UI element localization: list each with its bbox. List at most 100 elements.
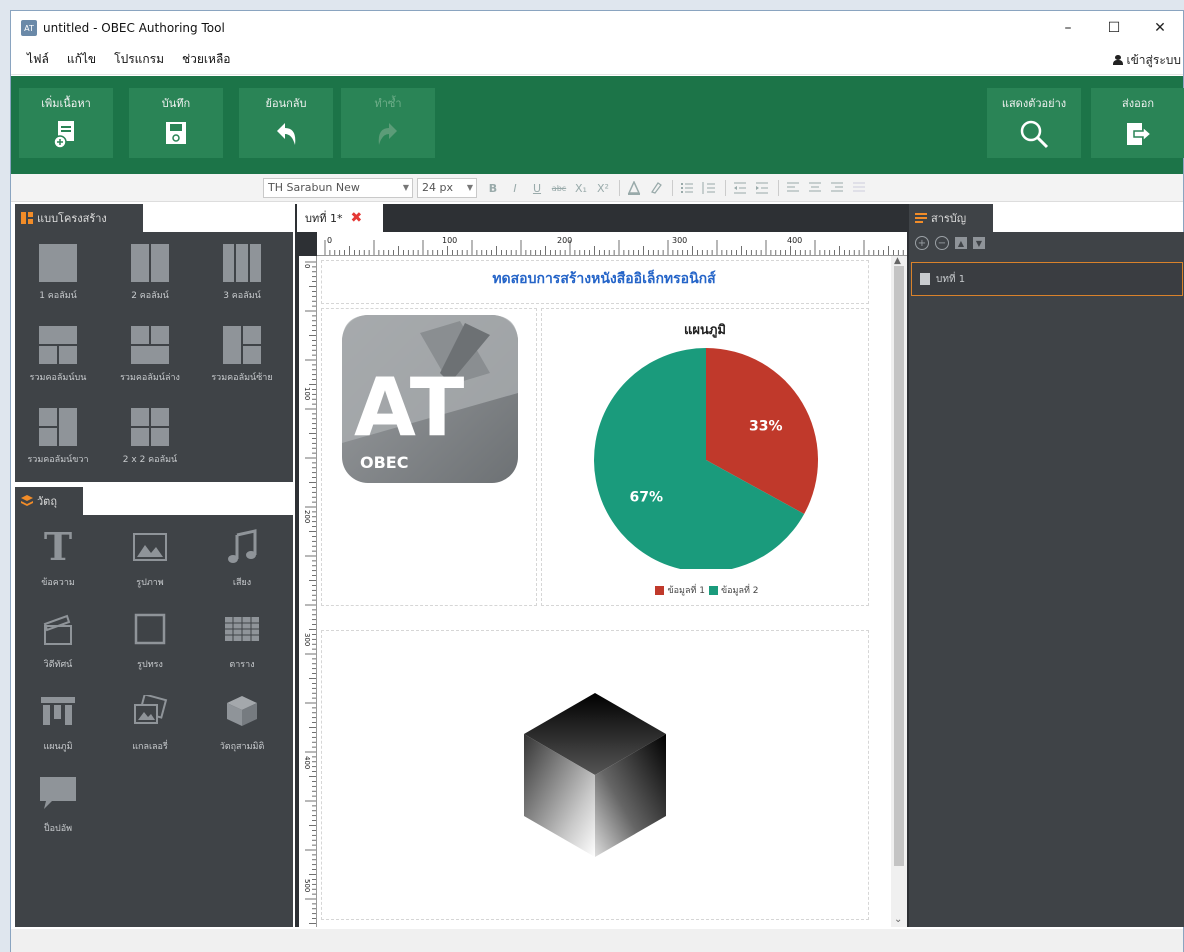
object-label: ข้อความ xyxy=(41,578,75,588)
remove-page-icon[interactable]: − xyxy=(935,236,949,250)
font-size-select[interactable]: 24 px ▼ xyxy=(417,178,477,198)
export-icon xyxy=(1122,118,1154,150)
undo-button[interactable]: ย้อนกลับ xyxy=(239,88,333,158)
object-chart[interactable]: แผนภูมิ xyxy=(15,685,101,763)
3d-cube-object[interactable] xyxy=(520,689,670,859)
layout-panel-tab[interactable]: แบบโครงสร้าง xyxy=(15,204,143,232)
layout-3-columns[interactable]: 3 คอลัมน์ xyxy=(199,232,285,310)
toc-tools: + − ▲ ▼ xyxy=(915,236,991,250)
layout-1-column[interactable]: 1 คอลัมน์ xyxy=(15,232,101,310)
superscript-button[interactable]: X² xyxy=(593,178,613,198)
grid-2x2-icon xyxy=(131,408,169,446)
layers-icon xyxy=(21,495,33,506)
add-page-icon[interactable]: + xyxy=(915,236,929,250)
move-down-icon[interactable]: ▼ xyxy=(973,237,985,249)
object-label: วิดีทัศน์ xyxy=(43,660,73,670)
preview-button[interactable]: แสดงตัวอย่าง xyxy=(987,88,1081,158)
export-button[interactable]: ส่งออก xyxy=(1091,88,1184,158)
align-center-icon[interactable] xyxy=(805,178,825,198)
layout-2x2-columns[interactable]: 2 x 2 คอลัมน์ xyxy=(107,396,193,474)
menu-edit[interactable]: แก้ไข xyxy=(65,48,98,71)
format-buttons: B I U abc X₁ X² xyxy=(483,178,871,198)
object-shape[interactable]: รูปทรง xyxy=(107,603,193,681)
page-title[interactable]: ทดสอบการสร้างหนังสืออิเล็กทรอนิกส์ xyxy=(341,268,867,290)
object-audio[interactable]: เสียง xyxy=(199,521,285,599)
align-right-icon[interactable] xyxy=(827,178,847,198)
pie-chart[interactable]: 33% 67% xyxy=(542,309,870,569)
object-video[interactable]: วิดีทัศน์ xyxy=(15,603,101,681)
indent-icon[interactable] xyxy=(752,178,772,198)
bullet-list-icon[interactable] xyxy=(677,178,697,198)
login-label: เข้าสู่ระบบ xyxy=(1126,52,1182,67)
object-table[interactable]: ตาราง xyxy=(199,603,285,681)
ruler-label: 100 xyxy=(303,387,311,400)
object-popup[interactable]: ป็อปอัพ xyxy=(15,767,101,845)
font-family-select[interactable]: TH Sarabun New ▼ xyxy=(263,178,413,198)
document-tab[interactable]: บทที่ 1* ✖ xyxy=(297,204,383,232)
redo-button[interactable]: ทำซ้ำ xyxy=(341,88,435,158)
strikethrough-button[interactable]: abc xyxy=(549,178,569,198)
vertical-scrollbar[interactable]: ▲ ⌄ xyxy=(891,256,907,927)
scrollbar-thumb[interactable] xyxy=(894,266,904,866)
subscript-button[interactable]: X₁ xyxy=(571,178,591,198)
font-size-value: 24 px xyxy=(422,181,453,194)
list-icon xyxy=(915,213,927,223)
objects-panel-tab[interactable]: วัตถุ xyxy=(15,487,83,515)
menu-bar: ไฟล์ แก้ไข โปรแกรม ช่วยเหลือ เข้าสู่ระบบ xyxy=(11,45,1183,75)
object-label: วัตถุสามมิติ xyxy=(219,742,265,752)
chart-cell[interactable]: แผนภูมิ 33% 67% ข้อมูลที่ 1 ข้อมูลที่ 2 xyxy=(541,308,869,606)
logo-subtext: OBEC xyxy=(360,453,408,472)
font-color-icon[interactable] xyxy=(624,178,644,198)
object-image[interactable]: รูปภาพ xyxy=(107,521,193,599)
menu-file[interactable]: ไฟล์ xyxy=(25,48,51,71)
object-label: เสียง xyxy=(232,578,252,588)
chevron-down-icon[interactable]: ⌄ xyxy=(894,914,902,925)
divider xyxy=(725,180,726,196)
layout-2-columns[interactable]: 2 คอลัมน์ xyxy=(107,232,193,310)
add-content-button[interactable]: เพิ่มเนื้อหา xyxy=(19,88,113,158)
login-button[interactable]: เข้าสู่ระบบ xyxy=(1112,45,1182,75)
underline-button[interactable]: U xyxy=(527,178,547,198)
object-label: ป็อปอัพ xyxy=(43,824,73,834)
menu-program[interactable]: โปรแกรม xyxy=(112,48,166,71)
close-window-button[interactable]: ✕ xyxy=(1137,11,1183,45)
toc-item-chapter-1[interactable]: บทที่ 1 xyxy=(911,262,1183,296)
close-icon[interactable]: ✖ xyxy=(350,210,362,226)
outdent-icon[interactable] xyxy=(730,178,750,198)
legend-label: ข้อมูลที่ 1 xyxy=(667,586,705,596)
layout-merge-top[interactable]: รวมคอลัมน์บน xyxy=(15,314,101,392)
bold-button[interactable]: B xyxy=(483,178,503,198)
align-justify-icon[interactable] xyxy=(849,178,869,198)
chart-icon xyxy=(38,691,78,731)
legend-label: ข้อมูลที่ 2 xyxy=(721,586,759,596)
menu-help[interactable]: ช่วยเหลือ xyxy=(180,48,233,71)
undo-label: ย้อนกลับ xyxy=(265,97,307,110)
layout-panel-title: แบบโครงสร้าง xyxy=(37,212,107,225)
layout-merge-right[interactable]: รวมคอลัมน์ขวา xyxy=(15,396,101,474)
layout-merge-bottom[interactable]: รวมคอลัมน์ล่าง xyxy=(107,314,193,392)
at-logo-image[interactable]: AT OBEC xyxy=(340,313,520,485)
align-left-icon[interactable] xyxy=(783,178,803,198)
maximize-button[interactable]: ☐ xyxy=(1091,11,1137,45)
numbered-list-icon[interactable] xyxy=(699,178,719,198)
object-cell[interactable] xyxy=(321,630,869,920)
image-cell[interactable]: AT OBEC xyxy=(321,308,537,606)
minimize-button[interactable]: – xyxy=(1045,11,1091,45)
italic-button[interactable]: I xyxy=(505,178,525,198)
save-button[interactable]: บันทึก xyxy=(129,88,223,158)
pie-slice-label: 67% xyxy=(629,489,663,505)
page-canvas[interactable]: ทดสอบการสร้างหนังสืออิเล็กทรอนิกส์ AT OB… xyxy=(317,256,891,927)
popup-icon xyxy=(38,773,78,813)
object-3d[interactable]: วัตถุสามมิติ xyxy=(199,685,285,763)
scroll-up-icon[interactable]: ▲ xyxy=(894,256,901,266)
toc-panel-tab[interactable]: สารบัญ xyxy=(909,204,993,232)
move-up-icon[interactable]: ▲ xyxy=(955,237,967,249)
layout-merge-left[interactable]: รวมคอลัมน์ซ้าย xyxy=(199,314,285,392)
object-gallery[interactable]: แกลเลอรี่ xyxy=(107,685,193,763)
object-text[interactable]: T ข้อความ xyxy=(15,521,101,599)
legend-swatch xyxy=(709,585,718,595)
horizontal-ruler: 0 100 200 300 400 xyxy=(317,232,907,256)
clear-format-icon[interactable] xyxy=(646,178,666,198)
layout-label: รวมคอลัมน์ล่าง xyxy=(120,373,180,383)
add-content-label: เพิ่มเนื้อหา xyxy=(41,97,91,110)
